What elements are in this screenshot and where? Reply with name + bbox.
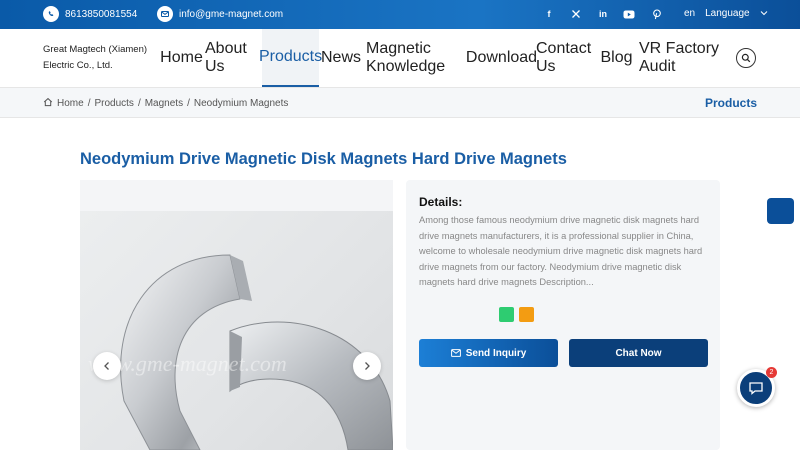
product-description: Among those famous neodymium drive magne…: [419, 215, 703, 287]
site-header: Great Magtech (Xiamen) Electric Co., Ltd…: [0, 29, 800, 88]
gallery-prev-button[interactable]: [93, 352, 121, 380]
nav-magnetic-knowledge[interactable]: Magnetic Knowledge: [366, 29, 467, 87]
chevron-right-icon: [365, 362, 370, 370]
breadcrumb-separator: /: [187, 98, 190, 109]
product-details-panel: Details: Among those famous neodymium dr…: [406, 180, 720, 450]
facebook-icon[interactable]: f: [542, 7, 556, 21]
chat-now-label: Chat Now: [615, 347, 662, 359]
nav-contact-us[interactable]: Contact Us: [536, 29, 594, 87]
breadcrumb-products[interactable]: Products: [94, 98, 133, 109]
send-inquiry-button[interactable]: Send Inquiry: [419, 339, 558, 367]
email-address: info@gme-magnet.com: [179, 8, 284, 20]
nav-news[interactable]: News: [321, 29, 361, 87]
linkedin-icon[interactable]: in: [596, 7, 610, 21]
search-icon: [741, 53, 751, 63]
section-title: Products: [704, 96, 757, 110]
top-bar: 8613850081554 info@gme-magnet.com f in e…: [0, 0, 800, 29]
chat-now-button[interactable]: Chat Now: [569, 339, 708, 367]
breadcrumb-home[interactable]: Home: [57, 98, 84, 109]
language-selector[interactable]: en Language: [684, 8, 768, 19]
nav-products[interactable]: Products: [259, 29, 322, 87]
mail-icon: [157, 6, 173, 22]
x-icon[interactable]: [569, 7, 583, 21]
company-name[interactable]: Great Magtech (Xiamen) Electric Co., Ltd…: [43, 42, 163, 74]
breadcrumb: Home / Products / Magnets / Neodymium Ma…: [43, 97, 288, 110]
breadcrumb-magnets[interactable]: Magnets: [145, 98, 183, 109]
chat-badge: 2: [766, 367, 777, 378]
send-inquiry-label: Send Inquiry: [465, 347, 527, 359]
home-icon[interactable]: [43, 97, 53, 110]
breadcrumb-separator: /: [137, 98, 141, 109]
product-title: Neodymium Drive Magnetic Disk Magnets Ha…: [80, 150, 567, 168]
nav-download[interactable]: Download: [466, 29, 537, 87]
breadcrumb-neodymium-magnets[interactable]: Neodymium Magnets: [194, 98, 288, 109]
details-heading: Details:: [419, 195, 463, 209]
nav-home[interactable]: Home: [160, 29, 203, 87]
company-name-line1: Great Magtech (Xiamen): [43, 44, 148, 55]
search-button[interactable]: [736, 48, 756, 68]
breadcrumb-bar: Home / Products / Magnets / Neodymium Ma…: [0, 88, 800, 118]
nav-blog[interactable]: Blog: [600, 29, 632, 87]
nav-vr-factory-audit[interactable]: VR Factory Audit: [639, 29, 724, 87]
magnet-image: www.gme-magnet.com: [88, 254, 393, 450]
youtube-icon[interactable]: [622, 7, 636, 21]
product-gallery: www.gme-magnet.com: [80, 180, 393, 450]
company-name-line2: Electric Co., Ltd.: [43, 60, 113, 71]
phone-contact[interactable]: 8613850081554: [43, 6, 137, 22]
product-photo[interactable]: www.gme-magnet.com: [80, 211, 393, 450]
breadcrumb-separator: /: [87, 98, 91, 109]
share-green-icon[interactable]: [499, 307, 514, 322]
lang-label: Language: [705, 8, 750, 19]
share-orange-icon[interactable]: [519, 307, 534, 322]
pinterest-icon[interactable]: [650, 7, 664, 21]
whatsapp-icon: [43, 6, 59, 22]
chevron-down-icon: [760, 8, 768, 19]
mail-icon: [450, 349, 461, 357]
side-contact-tab[interactable]: [767, 198, 794, 224]
nav-about-us[interactable]: About Us: [205, 29, 261, 87]
chevron-left-icon: [104, 362, 109, 370]
chat-icon: [749, 382, 763, 395]
gallery-next-button[interactable]: [353, 352, 381, 380]
email-contact[interactable]: info@gme-magnet.com: [157, 6, 283, 22]
lang-code: en: [684, 8, 696, 19]
phone-number: 8613850081554: [65, 8, 138, 20]
